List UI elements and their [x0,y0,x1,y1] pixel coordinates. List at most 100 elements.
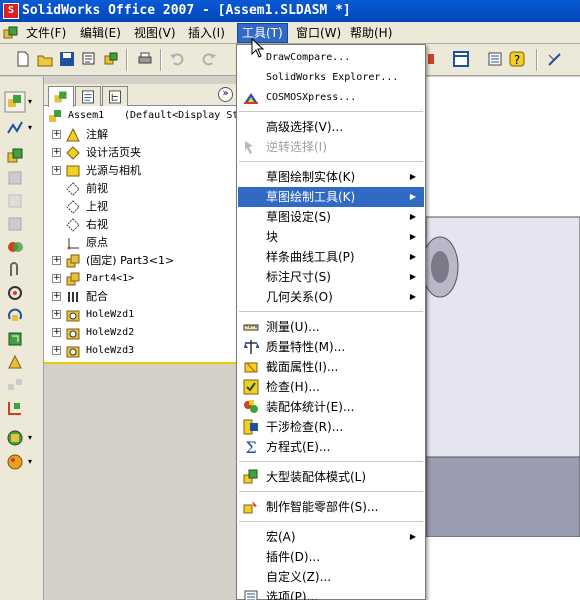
print-icon[interactable] [136,50,154,68]
interference-detection-icon [243,419,258,435]
rebuild-icon[interactable] [102,50,120,68]
menu-relations[interactable]: 几何关系(O) ▶ [238,287,424,307]
tree-item[interactable]: + (固定) Part3<1> [44,252,232,270]
tree-item[interactable]: + HoleWzd1 [44,306,232,324]
assembly-statistics-icon [244,400,258,413]
display-style-icon[interactable] [6,429,24,447]
menu-dimensions[interactable]: 标注尺寸(S) ▶ [238,267,424,287]
expand-icon[interactable]: + [52,292,61,301]
expand-icon[interactable]: + [52,148,61,157]
menu-make-smart-component[interactable]: 制作智能零部件(S)... [238,497,424,517]
menu-interference-detection[interactable]: 干涉检查(R)... [238,417,424,437]
tree-item[interactable]: 上视 [44,198,232,216]
menu-cosmosxpress[interactable]: COSMOSXpress... [238,88,424,108]
menu-drawcompare[interactable]: DrawCompare... [238,48,424,68]
undo-icon[interactable] [168,50,186,68]
menu-sketch-tools[interactable]: 草图绘制工具(K) ▶ [238,187,424,207]
sketch-icon[interactable] [546,50,564,68]
sketch-command-icon[interactable] [6,119,24,137]
expand-icon[interactable]: + [52,328,61,337]
save-icon[interactable] [58,50,76,68]
menu-edit[interactable]: 编辑(E) [76,24,125,42]
rotate-component-icon[interactable] [6,307,24,325]
smart-fasteners-icon[interactable] [6,330,24,348]
tree-item[interactable]: + 注解 [44,126,232,144]
tree-item[interactable]: + 光源与相机 [44,162,232,180]
options-icon[interactable] [486,50,504,68]
part-icon[interactable] [426,50,444,68]
expand-icon[interactable]: + [52,346,61,355]
menu-advanced-select[interactable]: 高级选择(V)... [238,117,424,137]
featuremanager-tab[interactable] [48,86,74,107]
configurationmanager-tab[interactable] [102,86,128,106]
new-document-icon[interactable] [14,50,32,68]
tree-item[interactable]: + HoleWzd3 [44,342,232,360]
expand-icon[interactable]: + [52,256,61,265]
tree-root[interactable]: Assem1 (Default<Display St [48,107,238,125]
edit-component-icon[interactable] [6,215,24,233]
menu-check[interactable]: 检查(H)... [238,377,424,397]
menu-customize[interactable]: 自定义(Z)... [238,567,424,587]
menu-spline-tools[interactable]: 样条曲线工具(P) ▶ [238,247,424,267]
menu-invert-selection[interactable]: 逆转选择(I) [238,137,424,157]
tree-item[interactable]: + 配合 [44,288,232,306]
tree-item[interactable]: + HoleWzd2 [44,324,232,342]
view-options-icon[interactable] [452,50,470,68]
propertymanager-tab[interactable] [75,86,101,106]
menu-options[interactable]: 选项(P)... [238,587,424,600]
menu-insert[interactable]: 插入(I) [184,24,229,42]
change-transparency-icon[interactable] [6,192,24,210]
document-menu-icon[interactable] [3,25,19,41]
assembly-icon [49,110,61,122]
menu-view[interactable]: 视图(V) [130,24,180,42]
feature-icon[interactable] [6,353,24,371]
tree-item[interactable]: + Part4<1> [44,270,232,288]
paperclip-icon[interactable] [6,261,24,279]
chevron-down-icon[interactable]: ▾ [28,457,36,466]
collapse-chevron-icon[interactable]: » [218,87,233,102]
menu-blocks[interactable]: 块 ▶ [238,227,424,247]
insert-component-icon[interactable] [6,147,24,165]
chevron-down-icon[interactable]: ▾ [28,97,36,106]
hide-show-icon[interactable] [6,169,24,187]
expand-icon[interactable]: + [52,274,61,283]
menu-equations[interactable]: Σ 方程式(E)... [238,437,424,457]
tree-item[interactable]: + 设计活页夹 [44,144,232,162]
expand-icon[interactable]: + [52,166,61,175]
tree-item[interactable]: 前视 [44,180,232,198]
help-icon[interactable]: ? [508,50,526,68]
open-folder-icon[interactable] [36,50,54,68]
redo-icon[interactable] [200,50,218,68]
menu-assembly-statistics[interactable]: 装配体统计(E)... [238,397,424,417]
check-icon [243,379,259,395]
tree-item[interactable]: 右视 [44,216,232,234]
print-preview-icon[interactable] [80,50,98,68]
section-properties-icon [244,362,258,373]
menu-macro[interactable]: 宏(A) ▶ [238,527,424,547]
menu-solidworks-explorer[interactable]: SolidWorks Explorer... [238,68,424,88]
menu-sketch-settings[interactable]: 草图设定(S) ▶ [238,207,424,227]
menu-window[interactable]: 窗口(W) [292,24,345,42]
submenu-arrow-icon: ▶ [409,172,416,181]
chevron-down-icon[interactable]: ▾ [28,123,36,132]
expand-icon[interactable]: + [52,130,61,139]
move-component-icon[interactable] [6,284,24,302]
menu-file[interactable]: 文件(F) [22,24,70,42]
menu-mass-properties[interactable]: 质量特性(M)... [238,337,424,357]
mate-icon[interactable] [6,238,24,256]
explode-line-sketch-icon[interactable] [6,399,24,417]
menu-sketch-entities[interactable]: 草图绘制实体(K) ▶ [238,167,424,187]
assembly-command-icon[interactable] [4,91,26,113]
appearance-icon[interactable] [6,453,24,471]
menu-large-assembly-mode[interactable]: 大型装配体模式(L) [238,467,424,487]
tree-item-label: HoleWzd3 [86,345,135,356]
menu-section-properties[interactable]: 截面属性(I)... [238,357,424,377]
menu-measure[interactable]: 测量(U)... [238,317,424,337]
chevron-down-icon[interactable]: ▾ [28,433,36,442]
tree-item[interactable]: 原点 [44,234,232,252]
menu-help[interactable]: 帮助(H) [346,24,396,42]
exploded-view-icon[interactable] [6,376,24,394]
menu-add-ins[interactable]: 插件(D)... [238,547,424,567]
assembly-model[interactable] [416,207,580,537]
expand-icon[interactable]: + [52,310,61,319]
